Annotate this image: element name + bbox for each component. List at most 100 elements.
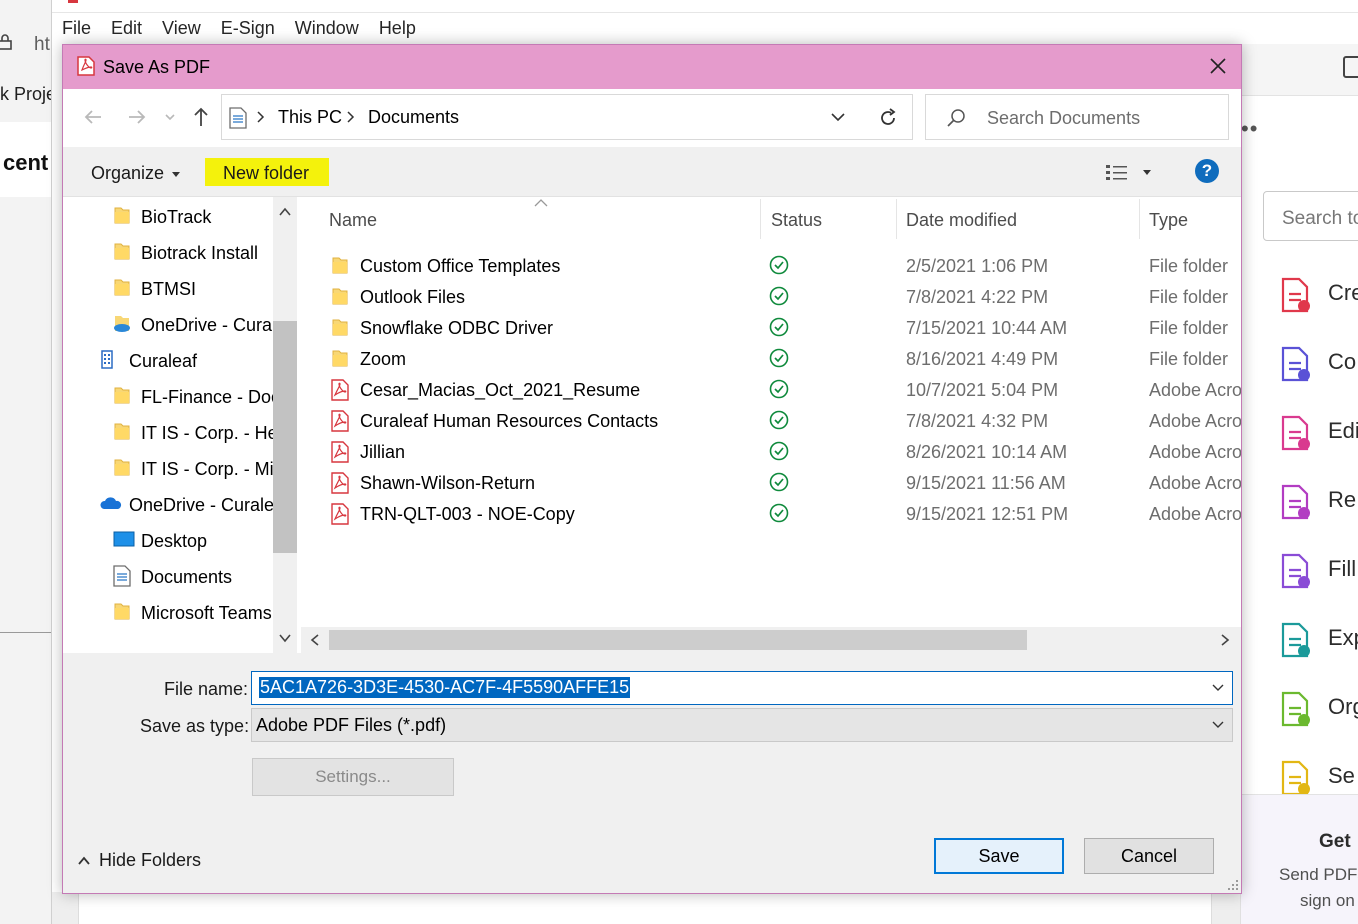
nav-item[interactable]: BTMSI — [63, 273, 273, 303]
chevron-down-icon[interactable] — [1212, 684, 1224, 692]
nav-item[interactable]: Desktop — [63, 525, 273, 555]
back-arrow-icon[interactable] — [81, 105, 105, 129]
file-row[interactable]: Snowflake ODBC Driver 7/15/2021 10:44 AM F… — [301, 311, 1241, 342]
nav-item[interactable]: IT IS - Corp. - Mi — [63, 453, 274, 483]
nav-item[interactable]: Microsoft Teams — [63, 597, 273, 627]
nav-item[interactable]: Curaleaf — [63, 345, 273, 375]
settings-button[interactable]: Settings... — [252, 758, 454, 796]
file-name: Cesar_Macias_Oct_2021_Resume — [360, 380, 641, 400]
nav-item-label: Documents — [141, 567, 233, 587]
column-header-name[interactable]: Name — [329, 197, 377, 241]
tool-item[interactable]: Edi — [1277, 414, 1358, 454]
nav-item[interactable]: FL-Finance - Doc — [63, 381, 280, 411]
new-folder-button[interactable]: New folder — [205, 158, 329, 186]
forward-arrow-icon[interactable] — [125, 105, 149, 129]
file-type: File folder — [1149, 256, 1229, 276]
file-date: 8/16/2021 4:49 PM — [906, 349, 1059, 369]
nav-item[interactable]: Biotrack Install — [63, 237, 273, 267]
nav-item-label: OneDrive - Cural — [141, 315, 277, 335]
file-row[interactable]: Cesar_Macias_Oct_2021_Resume 10/7/2021 5:… — [301, 373, 1241, 404]
chevron-down-icon[interactable] — [830, 111, 846, 123]
onedrive-folder-icon — [113, 313, 131, 333]
file-row[interactable]: TRN-QLT-003 - NOE-Copy 9/15/2021 12:51 PM… — [301, 497, 1241, 528]
chevron-right-icon[interactable] — [346, 110, 356, 124]
save-as-type-select[interactable]: Adobe PDF Files (*.pdf) — [251, 708, 1233, 742]
folder-icon — [331, 348, 349, 370]
file-row[interactable]: Shawn-Wilson-Return 9/15/2021 11:56 AM Ado… — [301, 466, 1241, 497]
tool-item[interactable]: Fill — [1277, 552, 1358, 592]
breadcrumb-documents[interactable]: Documents — [368, 107, 459, 128]
breadcrumb-this-pc[interactable]: This PC — [278, 107, 342, 128]
more-options-icon[interactable]: •• — [1241, 116, 1258, 142]
menu-file[interactable]: File — [62, 18, 91, 39]
hide-folders-button[interactable]: Hide Folders — [77, 850, 201, 871]
column-header-type[interactable]: Type — [1149, 197, 1188, 241]
horizontal-scrollbar-thumb[interactable] — [329, 630, 1027, 650]
folder-icon — [113, 385, 131, 405]
menu-view[interactable]: View — [162, 18, 201, 39]
nav-item[interactable]: OneDrive - Cural — [63, 309, 277, 339]
column-header-status[interactable]: Status — [771, 197, 822, 241]
tool-item[interactable]: Co — [1277, 345, 1358, 385]
nav-item[interactable]: IT IS - Corp. - He — [63, 417, 278, 447]
save-button[interactable]: Save — [934, 838, 1064, 874]
nav-item-label: IT IS - Corp. - He — [141, 423, 278, 443]
help-button[interactable]: ? — [1195, 159, 1219, 183]
chevron-down-icon[interactable] — [1212, 721, 1224, 729]
scroll-down-icon[interactable] — [278, 631, 292, 645]
tool-item[interactable]: Exp — [1277, 621, 1358, 661]
fill-sign-icon — [1277, 552, 1313, 590]
comment-icon[interactable] — [1343, 56, 1358, 78]
sync-status-icon — [769, 379, 789, 399]
file-type: Adobe Acro — [1149, 473, 1241, 493]
nav-item[interactable]: OneDrive - Curalea — [63, 489, 284, 519]
search-box[interactable]: Search Documents — [925, 94, 1229, 140]
nav-item-label: Curaleaf — [129, 351, 198, 371]
close-icon[interactable] — [1207, 55, 1229, 77]
scroll-right-icon[interactable] — [1219, 633, 1231, 647]
scroll-left-icon[interactable] — [309, 633, 321, 647]
menu-help[interactable]: Help — [379, 18, 416, 39]
menu-edit[interactable]: Edit — [111, 18, 142, 39]
menu-window[interactable]: Window — [295, 18, 359, 39]
file-row[interactable]: Curaleaf Human Resources Contacts 7/8/202… — [301, 404, 1241, 435]
address-bar[interactable]: This PC Documents — [221, 94, 913, 140]
tool-item[interactable]: Se — [1277, 759, 1358, 799]
file-row[interactable]: Zoom 8/16/2021 4:49 PM File folder — [301, 342, 1241, 373]
tool-item[interactable]: Cre — [1277, 276, 1358, 316]
promo-text-1: Send PDFs — [1279, 865, 1358, 884]
tool-item[interactable]: Re — [1277, 483, 1358, 523]
nav-scrollbar-thumb[interactable] — [273, 321, 297, 553]
scroll-up-icon[interactable] — [278, 205, 292, 219]
up-arrow-icon[interactable] — [189, 105, 213, 129]
dialog-titlebar[interactable]: Save As PDF — [63, 45, 1241, 89]
view-dropdown-arrow-icon[interactable] — [1143, 170, 1151, 175]
recent-locations-chevron-icon[interactable] — [163, 105, 177, 129]
organize-button[interactable]: Organize — [91, 163, 181, 184]
nav-item[interactable]: BioTrack — [63, 201, 273, 231]
view-options-icon[interactable] — [1105, 163, 1129, 183]
export-pdf-icon — [1277, 621, 1313, 659]
sync-status-icon — [769, 441, 789, 461]
file-row[interactable]: Custom Office Templates 2/5/2021 1:06 PM F… — [301, 249, 1241, 280]
search-input[interactable]: Search Documents — [987, 108, 1140, 129]
file-name-field[interactable]: 5AC1A726-3D3E-4530-AC7F-4F5590AFFE15 — [251, 671, 1233, 705]
promo-card: Get Send PDFs sign on — [1241, 794, 1358, 924]
file-row[interactable]: Jillian 8/26/2021 10:14 AM Adobe Acro — [301, 435, 1241, 466]
nav-item[interactable]: Documents — [63, 561, 273, 591]
menu-esign[interactable]: E-Sign — [221, 18, 275, 39]
file-name: Shawn-Wilson-Return — [360, 473, 536, 493]
sync-status-icon — [769, 348, 789, 368]
file-row[interactable]: Outlook Files 7/8/2021 4:22 PM File folder — [301, 280, 1241, 311]
tools-search-input[interactable]: Search to — [1263, 191, 1358, 241]
file-name-value[interactable]: 5AC1A726-3D3E-4530-AC7F-4F5590AFFE15 — [259, 677, 631, 698]
refresh-button[interactable] — [863, 94, 913, 140]
file-date: 7/8/2021 4:22 PM — [906, 287, 1049, 307]
resize-grip-icon[interactable] — [1227, 879, 1239, 891]
cancel-button[interactable]: Cancel — [1084, 838, 1214, 874]
column-header-date-modified[interactable]: Date modified — [906, 197, 1017, 241]
nav-scrollbar[interactable] — [273, 197, 297, 653]
url-fragment: ht — [34, 34, 50, 55]
horizontal-scrollbar[interactable] — [301, 627, 1241, 653]
tool-item[interactable]: Org — [1277, 690, 1358, 730]
